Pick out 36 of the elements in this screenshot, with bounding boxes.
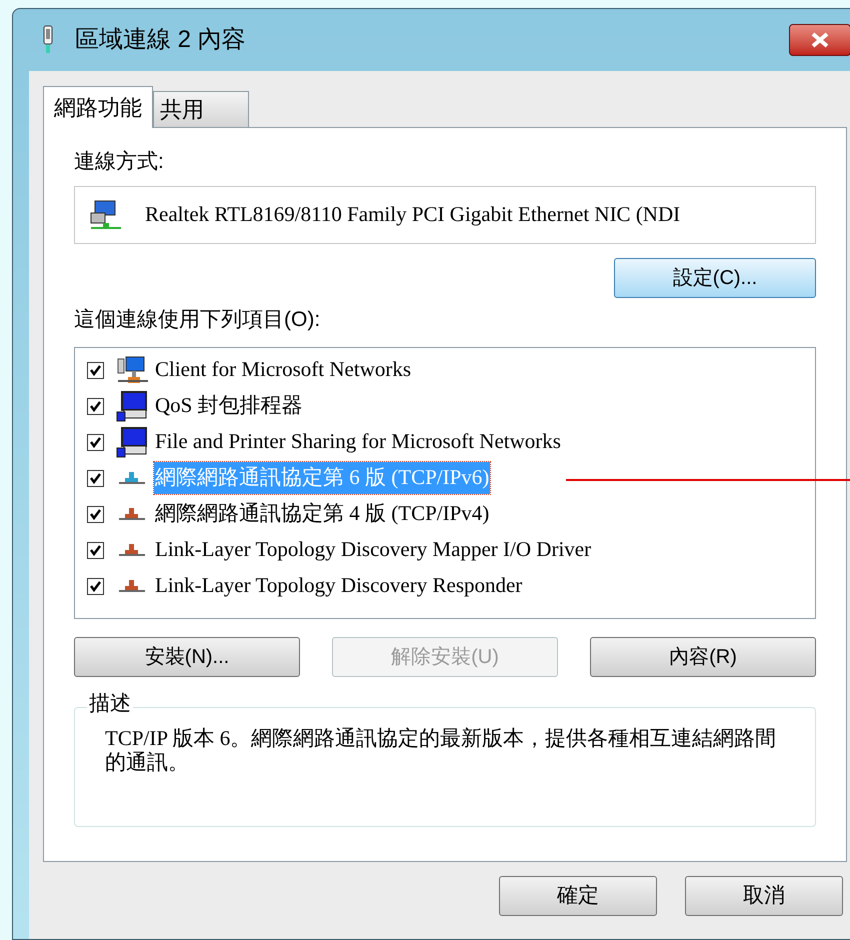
item-button[interactable]: 安裝(N)...	[74, 637, 300, 677]
checkbox[interactable]	[87, 362, 104, 378]
configure-button[interactable]: 設定(C)...	[614, 258, 816, 298]
checkbox[interactable]	[87, 434, 104, 450]
window-title: 區域連線 2 內容	[75, 25, 246, 55]
list-item[interactable]: Client for Microsoft Networks	[154, 354, 412, 386]
protocol-icon	[119, 542, 145, 558]
checkbox[interactable]	[87, 578, 104, 594]
checkbox[interactable]	[87, 398, 104, 414]
items-label: 這個連線使用下列項目(O):	[74, 306, 322, 332]
dialog-button[interactable]: 確定	[499, 876, 657, 916]
protocol-icon	[119, 578, 145, 594]
list-item[interactable]: File and Printer Sharing for Microsoft Networks	[154, 426, 562, 458]
description-text: TCP/IP 版本 6。網際網路通訊協定的最新版本，提供各種相互連結網路間的通訊。	[105, 726, 778, 774]
network-adapter-icon	[41, 25, 55, 55]
protocol-icon	[119, 470, 145, 486]
computer-icon	[116, 390, 148, 422]
protocol-icon	[119, 506, 145, 522]
list-item[interactable]: 網際網路通訊協定第 4 版 (TCP/IPv4)	[154, 498, 490, 530]
list-item[interactable]: Link-Layer Topology Discovery Responder	[154, 570, 524, 602]
checkbox[interactable]	[87, 470, 104, 486]
computer-icon	[116, 426, 148, 458]
list-item[interactable]: Link-Layer Topology Discovery Mapper I/O Driver	[154, 534, 592, 566]
tab[interactable]: 共用	[153, 91, 249, 127]
tab[interactable]: 網路功能	[43, 86, 153, 128]
list-item[interactable]: QoS 封包排程器	[154, 390, 304, 422]
checkbox[interactable]	[87, 506, 104, 522]
close-button[interactable]	[789, 24, 850, 56]
computer-network-icon	[116, 355, 148, 385]
close-icon	[809, 31, 831, 49]
item-button[interactable]: 內容(R)	[590, 637, 816, 677]
dialog-button[interactable]: 取消	[685, 876, 843, 916]
adapter-name: Realtek RTL8169/8110 Family PCI Gigabit Ethernet NIC (NDI	[145, 200, 680, 228]
connect-using-label: 連線方式:	[74, 149, 165, 175]
checkbox[interactable]	[87, 542, 104, 558]
network-card-icon	[89, 198, 123, 230]
